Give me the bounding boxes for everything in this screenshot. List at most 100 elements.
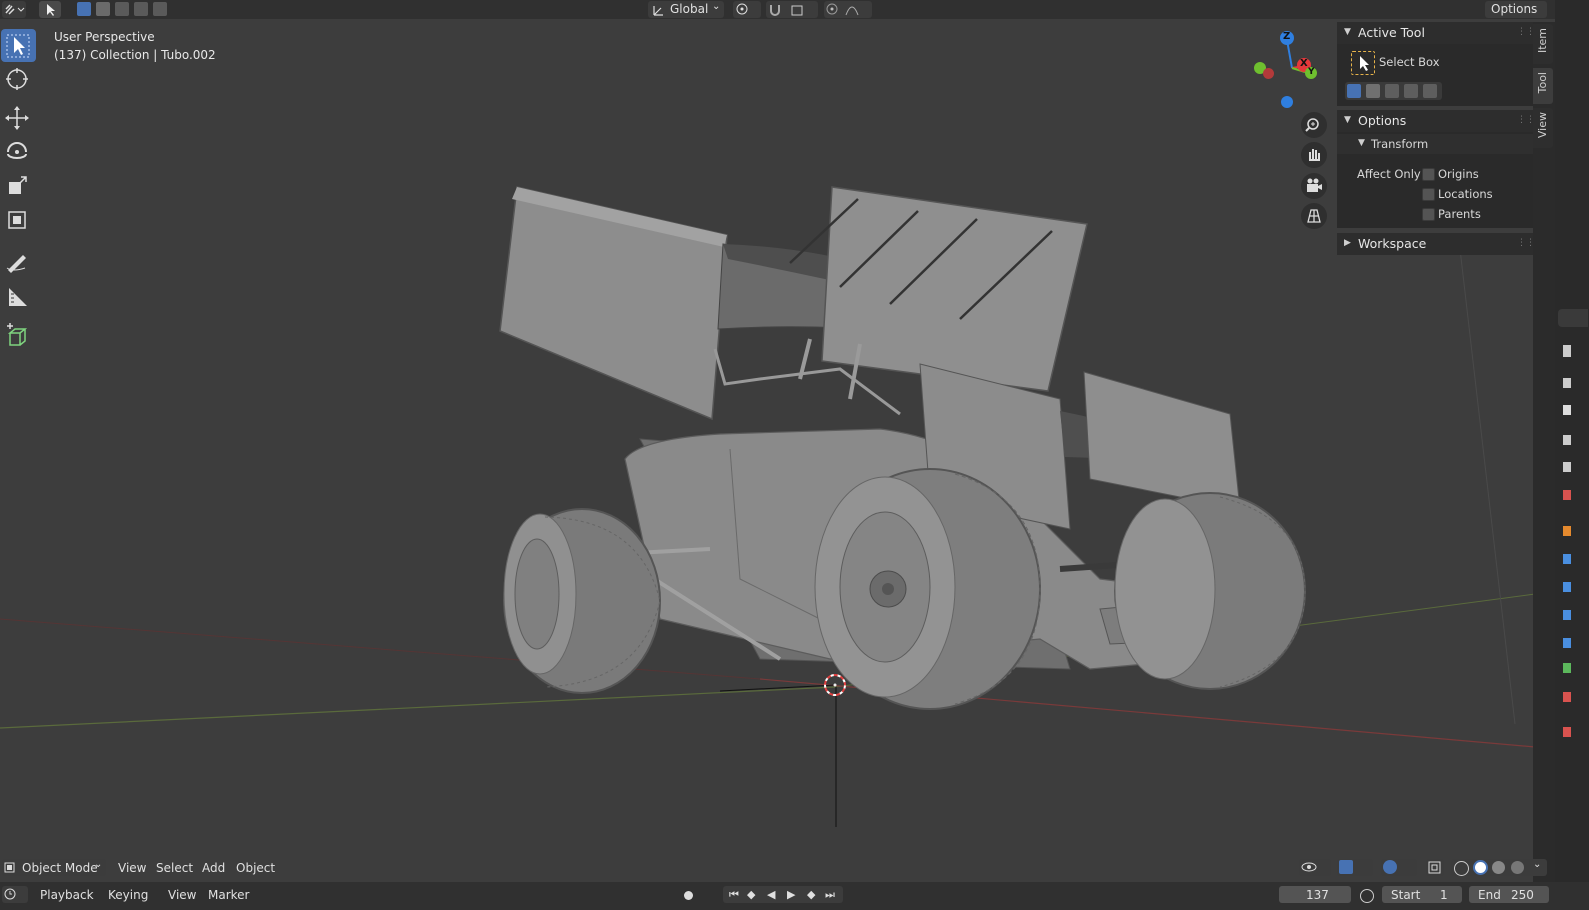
subtract-selection-icon[interactable]	[115, 2, 129, 16]
pivot-point-dropdown[interactable]	[733, 1, 761, 18]
transform-subpanel-header[interactable]: ▼ Transform	[1337, 134, 1533, 154]
select-box-tool-icon[interactable]	[1351, 51, 1375, 75]
play-reverse-icon[interactable]: ◀	[767, 888, 775, 901]
editor-type-button[interactable]	[2, 1, 26, 18]
output-properties-icon[interactable]	[1563, 405, 1571, 415]
prev-keyframe-icon[interactable]: ◆	[747, 888, 755, 901]
camera-view-button[interactable]	[1301, 173, 1327, 199]
jump-end-icon[interactable]: ⏭	[825, 888, 835, 902]
extend-selection-icon[interactable]	[96, 2, 110, 16]
visibility-dropdown[interactable]	[1299, 859, 1331, 876]
xray-toggle[interactable]	[1426, 859, 1444, 876]
constraints-icon[interactable]	[1563, 638, 1571, 648]
add-cube-tool[interactable]	[1, 320, 36, 353]
mode-invert-icon[interactable]	[1404, 84, 1418, 98]
mode-dropdown[interactable]: Object Mode ⌄	[2, 859, 106, 876]
annotate-tool[interactable]	[1, 246, 36, 279]
menu-view[interactable]: View	[118, 861, 146, 875]
next-keyframe-icon[interactable]: ◆	[807, 888, 815, 901]
current-frame-field[interactable]: 137	[1279, 886, 1351, 903]
options-dropdown[interactable]: Options	[1485, 1, 1547, 18]
navigation-gizmo[interactable]: Z X Y	[1245, 30, 1325, 115]
mode-subtract-icon[interactable]	[1385, 84, 1399, 98]
transform-orientation-dropdown[interactable]: Global ⌄	[648, 1, 724, 18]
menu-add[interactable]: Add	[202, 861, 225, 875]
modifier-icon[interactable]	[1563, 554, 1571, 564]
gizmo-toggle[interactable]	[1337, 859, 1373, 876]
menu-playback[interactable]: Playback	[40, 888, 94, 902]
select-box-tool[interactable]	[1, 29, 36, 62]
gizmo-z-axis[interactable]: Z	[1280, 31, 1294, 45]
play-icon[interactable]: ▶	[787, 888, 795, 901]
front-right-wheel[interactable]	[1114, 492, 1306, 690]
tab-tool[interactable]: Tool	[1533, 68, 1553, 104]
jump-start-icon[interactable]: ⏮	[729, 888, 739, 902]
3d-viewport[interactable]: User Perspective (137) Collection | Tubo…	[0, 19, 1535, 881]
workspace-panel-header[interactable]: ▶ Workspace ⋮⋮	[1337, 233, 1535, 255]
y-axis-label: Y	[1308, 67, 1315, 77]
scene-icon[interactable]	[1563, 462, 1571, 472]
rotate-tool[interactable]	[1, 136, 36, 169]
perspective-toggle-button[interactable]	[1301, 203, 1327, 229]
tool-properties-icon[interactable]	[1563, 345, 1571, 357]
gizmo-y-axis[interactable]: Y	[1305, 67, 1317, 79]
menu-marker[interactable]: Marker	[208, 888, 249, 902]
wireframe-shading-icon[interactable]	[1454, 861, 1469, 876]
cursor-tool[interactable]	[1, 63, 36, 96]
rear-right-wheel[interactable]	[814, 468, 1041, 710]
measure-tool[interactable]	[1, 280, 36, 313]
preview-range-icon[interactable]	[1360, 889, 1374, 903]
end-frame-field[interactable]: End 250	[1469, 886, 1549, 903]
move-tool[interactable]	[1, 102, 36, 135]
mode-new-icon[interactable]	[1347, 84, 1361, 98]
particles-icon[interactable]	[1563, 582, 1571, 592]
set-new-selection-icon[interactable]	[77, 2, 91, 16]
gizmo-neg-z[interactable]	[1281, 96, 1293, 108]
options-panel-header[interactable]: ▼ Options ⋮⋮	[1337, 110, 1535, 132]
overlay-toggle[interactable]	[1381, 859, 1417, 876]
active-tool-panel-header[interactable]: ▼ Active Tool ⋮⋮	[1337, 22, 1535, 44]
locations-checkbox[interactable]	[1422, 188, 1435, 201]
menu-timeline-view[interactable]: View	[168, 888, 196, 902]
editor-type-icon	[5, 4, 25, 15]
start-frame-field[interactable]: Start 1	[1382, 886, 1462, 903]
world-icon[interactable]	[1563, 490, 1571, 500]
object-icon[interactable]	[1563, 526, 1571, 536]
view-layer-icon[interactable]	[1563, 435, 1571, 445]
mode-intersect-icon[interactable]	[1423, 84, 1437, 98]
gizmo-neg-x[interactable]	[1263, 68, 1274, 79]
scale-tool[interactable]	[1, 170, 36, 203]
pan-button[interactable]	[1301, 142, 1327, 168]
timeline-editor-type[interactable]	[2, 886, 28, 903]
tab-item[interactable]: Item	[1533, 24, 1553, 64]
invert-selection-icon[interactable]	[134, 2, 148, 16]
snap-group[interactable]	[766, 1, 818, 18]
record-button[interactable]	[684, 891, 693, 900]
rendered-shading-icon[interactable]	[1511, 861, 1524, 874]
render-properties-icon[interactable]	[1563, 378, 1571, 388]
tab-view[interactable]: View	[1533, 108, 1553, 148]
intersect-selection-icon[interactable]	[153, 2, 167, 16]
properties-tab-active[interactable]	[1558, 309, 1588, 327]
ruler-icon	[9, 288, 27, 306]
solid-shading-icon[interactable]	[1473, 860, 1488, 875]
start-value: 1	[1440, 888, 1448, 902]
physics-icon[interactable]	[1563, 610, 1571, 620]
parents-checkbox[interactable]	[1422, 208, 1435, 221]
material-icon[interactable]	[1563, 692, 1571, 702]
chevron-down-icon[interactable]: ⌄	[1533, 859, 1541, 870]
data-icon[interactable]	[1563, 663, 1571, 673]
transform-tool[interactable]	[1, 204, 36, 237]
menu-select[interactable]: Select	[156, 861, 193, 875]
menu-keying[interactable]: Keying	[108, 888, 148, 902]
select-tool-dropdown[interactable]	[39, 1, 61, 18]
texture-icon[interactable]	[1563, 727, 1571, 737]
origins-checkbox[interactable]	[1422, 168, 1435, 181]
menu-object[interactable]: Object	[236, 861, 275, 875]
proportional-edit-group[interactable]	[824, 1, 872, 18]
mode-extend-icon[interactable]	[1366, 84, 1380, 98]
zoom-button[interactable]	[1301, 112, 1327, 138]
rear-left-wheel[interactable]	[503, 508, 661, 694]
material-shading-icon[interactable]	[1492, 861, 1505, 874]
expand-triangle-icon: ▼	[1344, 27, 1351, 37]
